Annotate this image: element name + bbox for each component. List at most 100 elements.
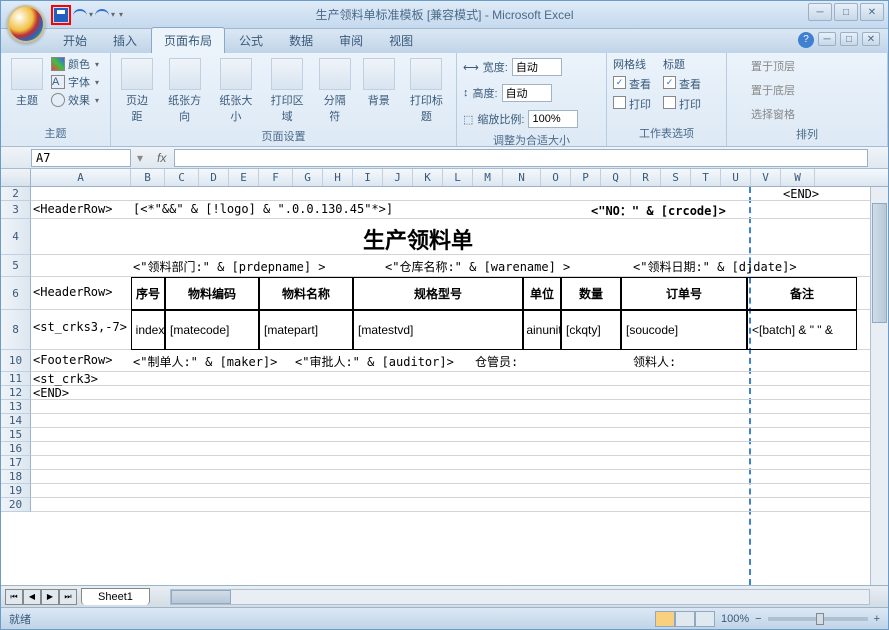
- tab-view[interactable]: 视图: [377, 28, 425, 53]
- col-header-S[interactable]: S: [661, 169, 691, 186]
- col-header-I[interactable]: I: [353, 169, 383, 186]
- background-button[interactable]: 背景: [359, 56, 399, 110]
- tab-nav-next[interactable]: ▶: [41, 589, 59, 605]
- col-header-U[interactable]: U: [721, 169, 751, 186]
- tab-home[interactable]: 开始: [51, 28, 99, 53]
- col-header-B[interactable]: B: [131, 169, 165, 186]
- col-header-J[interactable]: J: [383, 169, 413, 186]
- row-header-6[interactable]: 6: [1, 277, 31, 310]
- breaks-button[interactable]: 分隔符: [315, 56, 355, 126]
- themes-button[interactable]: 主题: [7, 56, 47, 110]
- close-button[interactable]: ✕: [860, 3, 884, 21]
- col-header-G[interactable]: G: [293, 169, 323, 186]
- save-button[interactable]: [51, 5, 71, 25]
- ribbon-restore[interactable]: □: [840, 32, 858, 46]
- qat-customize[interactable]: ▾: [119, 10, 123, 19]
- row-header-4[interactable]: 4: [1, 219, 31, 255]
- tab-data[interactable]: 数据: [277, 28, 325, 53]
- head-view-check[interactable]: ✓: [663, 76, 676, 89]
- row-header-20[interactable]: 20: [1, 498, 31, 512]
- row-header-17[interactable]: 17: [1, 456, 31, 470]
- view-layout[interactable]: [675, 611, 695, 627]
- col-header-M[interactable]: M: [473, 169, 503, 186]
- row-header-18[interactable]: 18: [1, 470, 31, 484]
- tab-nav-first[interactable]: ⏮: [5, 589, 23, 605]
- print-area-button[interactable]: 打印区域: [264, 56, 311, 126]
- col-header-F[interactable]: F: [259, 169, 293, 186]
- redo-button[interactable]: ▾: [95, 5, 115, 25]
- print-titles-button[interactable]: 打印标题: [403, 56, 450, 126]
- scale-input[interactable]: [528, 110, 578, 128]
- size-button[interactable]: 纸张大小: [212, 56, 259, 126]
- row-header-15[interactable]: 15: [1, 428, 31, 442]
- col-header-W[interactable]: W: [781, 169, 815, 186]
- row-header-19[interactable]: 19: [1, 484, 31, 498]
- select-all-corner[interactable]: [1, 169, 31, 186]
- tab-formulas[interactable]: 公式: [227, 28, 275, 53]
- horizontal-scrollbar[interactable]: [170, 589, 870, 605]
- col-header-N[interactable]: N: [503, 169, 541, 186]
- send-back[interactable]: 置于底层: [733, 80, 795, 100]
- name-box[interactable]: A7: [31, 149, 131, 167]
- row-header-10[interactable]: 10: [1, 350, 31, 372]
- grid-print-check[interactable]: [613, 96, 626, 109]
- row-header-13[interactable]: 13: [1, 400, 31, 414]
- col-header-Q[interactable]: Q: [601, 169, 631, 186]
- tab-nav-prev[interactable]: ◀: [23, 589, 41, 605]
- zoom-level[interactable]: 100%: [721, 613, 749, 625]
- col-header-D[interactable]: D: [199, 169, 229, 186]
- grid-view-check[interactable]: ✓: [613, 76, 626, 89]
- theme-effects[interactable]: 效果▾: [51, 92, 99, 108]
- bring-front[interactable]: 置于顶层: [733, 56, 795, 76]
- tab-review[interactable]: 审阅: [327, 28, 375, 53]
- orientation-button[interactable]: 纸张方向: [161, 56, 208, 126]
- row-header-2[interactable]: 2: [1, 187, 31, 201]
- row-header-5[interactable]: 5: [1, 255, 31, 277]
- col-header-V[interactable]: V: [751, 169, 781, 186]
- col-header-O[interactable]: O: [541, 169, 571, 186]
- formula-input[interactable]: [174, 149, 868, 167]
- vertical-scrollbar[interactable]: [870, 187, 888, 585]
- rows-area[interactable]: 2<END>3<HeaderRow>[<*"&&" & [!logo] & ".…: [1, 187, 888, 585]
- undo-icon: [73, 9, 87, 21]
- view-break[interactable]: [695, 611, 715, 627]
- tab-page-layout[interactable]: 页面布局: [151, 27, 225, 53]
- fx-icon[interactable]: fx: [157, 151, 166, 165]
- sheet-tab-1[interactable]: Sheet1: [81, 588, 150, 605]
- col-header-L[interactable]: L: [443, 169, 473, 186]
- col-header-R[interactable]: R: [631, 169, 661, 186]
- col-header-A[interactable]: A: [31, 169, 131, 186]
- ribbon-minimize[interactable]: ─: [818, 32, 836, 46]
- office-button[interactable]: [7, 5, 45, 43]
- row-header-14[interactable]: 14: [1, 414, 31, 428]
- theme-fonts[interactable]: A字体▾: [51, 74, 99, 90]
- row-header-11[interactable]: 11: [1, 372, 31, 386]
- ribbon-close[interactable]: ✕: [862, 32, 880, 46]
- view-normal[interactable]: [655, 611, 675, 627]
- row-header-12[interactable]: 12: [1, 386, 31, 400]
- col-header-E[interactable]: E: [229, 169, 259, 186]
- tab-insert[interactable]: 插入: [101, 28, 149, 53]
- col-header-C[interactable]: C: [165, 169, 199, 186]
- zoom-slider[interactable]: [768, 617, 868, 621]
- col-header-H[interactable]: H: [323, 169, 353, 186]
- col-header-K[interactable]: K: [413, 169, 443, 186]
- width-input[interactable]: [512, 58, 562, 76]
- row-header-3[interactable]: 3: [1, 201, 31, 219]
- col-header-P[interactable]: P: [571, 169, 601, 186]
- row-header-16[interactable]: 16: [1, 442, 31, 456]
- tab-nav-last[interactable]: ⏭: [59, 589, 77, 605]
- undo-button[interactable]: ▾: [73, 5, 93, 25]
- row-header-8[interactable]: 8: [1, 310, 31, 350]
- margins-button[interactable]: 页边距: [117, 56, 157, 126]
- minimize-button[interactable]: ─: [808, 3, 832, 21]
- head-print-check[interactable]: [663, 96, 676, 109]
- selection-pane[interactable]: 选择窗格: [733, 104, 795, 124]
- maximize-button[interactable]: □: [834, 3, 858, 21]
- theme-colors[interactable]: 颜色▾: [51, 56, 99, 72]
- help-button[interactable]: ?: [798, 32, 814, 48]
- zoom-in[interactable]: +: [874, 613, 880, 625]
- col-header-T[interactable]: T: [691, 169, 721, 186]
- zoom-out[interactable]: −: [755, 613, 761, 625]
- height-input[interactable]: [502, 84, 552, 102]
